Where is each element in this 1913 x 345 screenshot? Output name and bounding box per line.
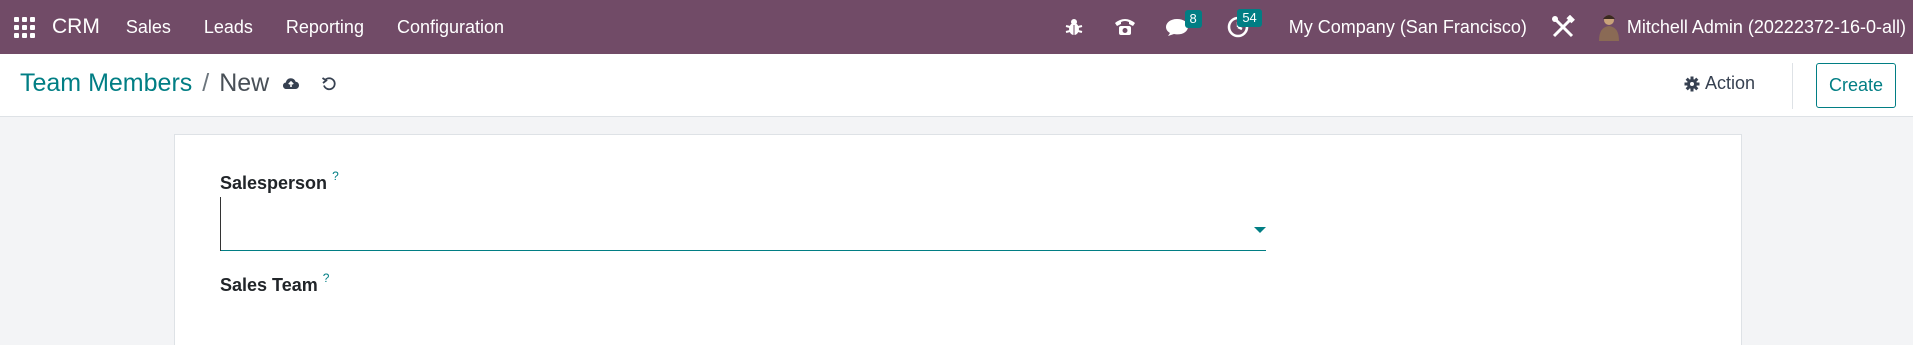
- avatar: [1598, 15, 1619, 41]
- sales-team-label: Sales Team: [220, 275, 318, 295]
- activities-badge: 54: [1237, 9, 1262, 27]
- breadcrumb-team-members[interactable]: Team Members: [20, 69, 192, 98]
- salesperson-help-tooltip[interactable]: ?: [332, 169, 339, 183]
- menu-item-sales[interactable]: Sales: [126, 17, 171, 38]
- top-navbar: CRM Sales Leads Reporting Configuration: [0, 0, 1913, 54]
- menu-item-configuration[interactable]: Configuration: [397, 17, 504, 38]
- systray: 8 54 My Company (San Francisco) Mitchell…: [1065, 0, 1913, 54]
- text-cursor: [220, 197, 221, 251]
- create-button[interactable]: Create: [1816, 63, 1896, 108]
- action-menu-button[interactable]: Action: [1684, 73, 1755, 94]
- breadcrumb-separator: /: [202, 69, 210, 97]
- company-switcher[interactable]: My Company (San Francisco): [1289, 17, 1527, 38]
- discard-changes-icon[interactable]: [321, 76, 337, 97]
- gear-icon: [1684, 76, 1700, 91]
- bug-icon[interactable]: [1065, 17, 1083, 37]
- user-menu[interactable]: Mitchell Admin (20222372-16-0-all): [1597, 13, 1906, 41]
- dropdown-caret-icon[interactable]: [1254, 227, 1266, 233]
- sales-team-field-label: Sales Team ?: [220, 271, 329, 296]
- app-name[interactable]: CRM: [52, 15, 100, 39]
- breadcrumb: Team Members / New: [20, 69, 269, 98]
- user-name: Mitchell Admin (20222372-16-0-all): [1626, 16, 1906, 37]
- salesperson-label: Salesperson: [220, 173, 328, 193]
- menu-item-reporting[interactable]: Reporting: [286, 17, 364, 38]
- messages-badge: 8: [1184, 10, 1202, 28]
- breadcrumb-current: New: [219, 69, 270, 97]
- form-sheet: Salesperson ? Sales Team ?: [174, 134, 1742, 345]
- salesperson-field-label: Salesperson ?: [220, 169, 339, 194]
- divider: [1792, 63, 1793, 109]
- apps-menu-icon[interactable]: [14, 15, 38, 39]
- menu-item-leads[interactable]: Leads: [204, 17, 253, 38]
- phone-icon[interactable]: [1113, 17, 1137, 37]
- chat-icon[interactable]: 8: [1165, 10, 1202, 37]
- activity-clock-icon[interactable]: 54: [1227, 9, 1262, 38]
- save-cloud-icon[interactable]: [282, 76, 300, 97]
- salesperson-input[interactable]: [224, 197, 1224, 249]
- salesperson-field[interactable]: [220, 197, 1266, 251]
- action-label: Action: [1705, 73, 1756, 93]
- sales-team-help-tooltip[interactable]: ?: [323, 271, 330, 285]
- control-panel: Team Members / New Action Create: [0, 54, 1913, 117]
- tools-icon[interactable]: [1551, 15, 1575, 39]
